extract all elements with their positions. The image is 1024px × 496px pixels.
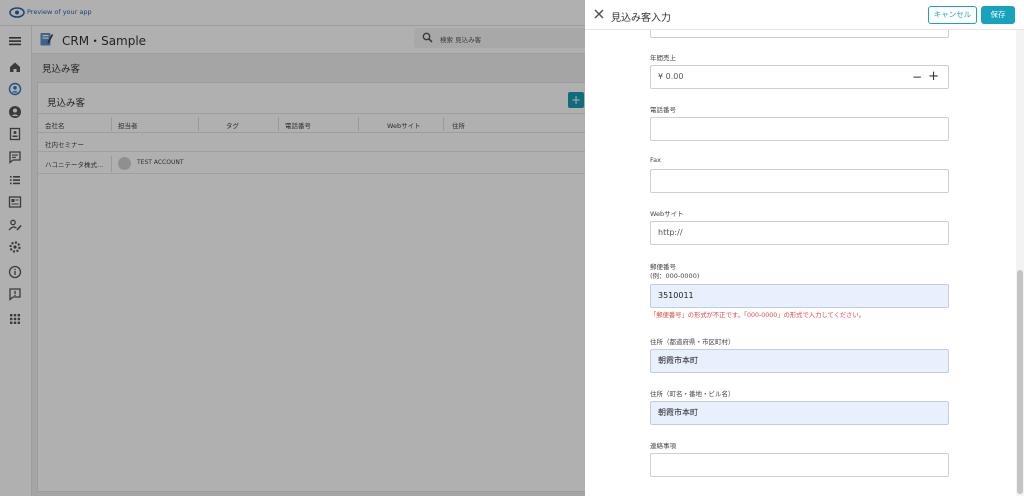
phone-label: 電話番号 (650, 106, 676, 114)
modal-backdrop[interactable] (0, 0, 585, 496)
address2-label: 住所（町名・番地・ビル名） (650, 390, 735, 398)
revenue-label: 年間売上 (650, 54, 676, 62)
increment-button[interactable]: + (928, 66, 939, 88)
revenue-value: ¥ 0.00 (658, 72, 684, 81)
drawer-title: 見込み客入力 (611, 13, 671, 24)
cancel-button[interactable]: キャンセル (928, 6, 977, 24)
drawer-header: 見込み客入力 キャンセル 保存 (585, 0, 1024, 30)
decrement-button[interactable]: − (912, 66, 922, 88)
entry-drawer: 見込み客入力 キャンセル 保存 年間売上 ¥ 0.00 − + 電話番号 Fax… (585, 0, 1024, 496)
address1-field[interactable]: 朝霞市本町 (650, 349, 949, 373)
scrollbar-thumb[interactable] (1017, 270, 1023, 494)
close-icon[interactable] (593, 8, 605, 20)
website-field[interactable]: http:// (650, 221, 949, 245)
zip-error-message: 「郵便番号」の形式が不正です。「000-0000」の形式で入力してください。 (650, 312, 866, 319)
website-label: Webサイト (650, 210, 684, 218)
notes-label: 連絡事項 (650, 442, 676, 450)
address2-field[interactable]: 朝霞市本町 (650, 401, 949, 425)
revenue-stepper[interactable]: ¥ 0.00 − + (650, 65, 949, 89)
fax-field[interactable] (650, 169, 949, 193)
fax-label: Fax (650, 156, 661, 164)
zip-field[interactable]: 3510011 (650, 284, 949, 308)
address1-label: 住所（都道府県・市区町村） (650, 338, 735, 346)
save-button[interactable]: 保存 (981, 6, 1015, 24)
notes-field[interactable] (650, 453, 949, 477)
zip-hint: (例：000-0000) (650, 272, 700, 280)
phone-field[interactable] (650, 117, 949, 141)
